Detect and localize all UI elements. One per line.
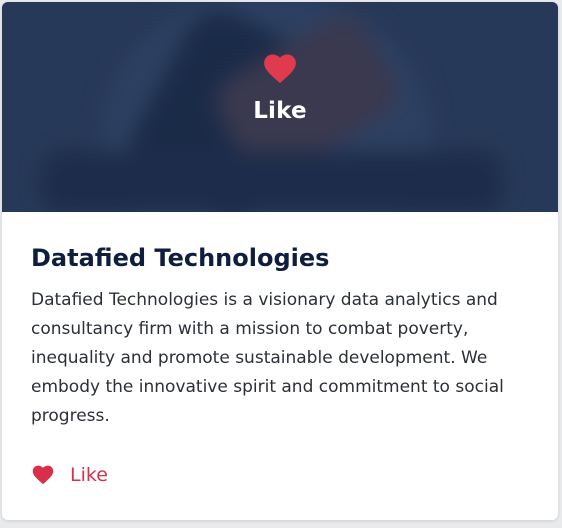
heart-icon	[32, 465, 54, 485]
card-description: Datafied Technologies is a visionary dat…	[31, 290, 504, 426]
overlay-like-button[interactable]: Like	[2, 54, 558, 124]
company-card: Like Datafied Technologies Datafied Tech…	[2, 2, 558, 520]
like-button[interactable]: Like	[32, 464, 108, 486]
like-label: Like	[70, 464, 108, 486]
heart-icon	[263, 54, 297, 84]
card-body: Datafied Technologies Datafied Technolog…	[2, 212, 558, 431]
overlay-like-label: Like	[253, 98, 307, 124]
card-image[interactable]: Like	[2, 2, 558, 212]
card-title: Datafied Technologies	[31, 244, 330, 272]
